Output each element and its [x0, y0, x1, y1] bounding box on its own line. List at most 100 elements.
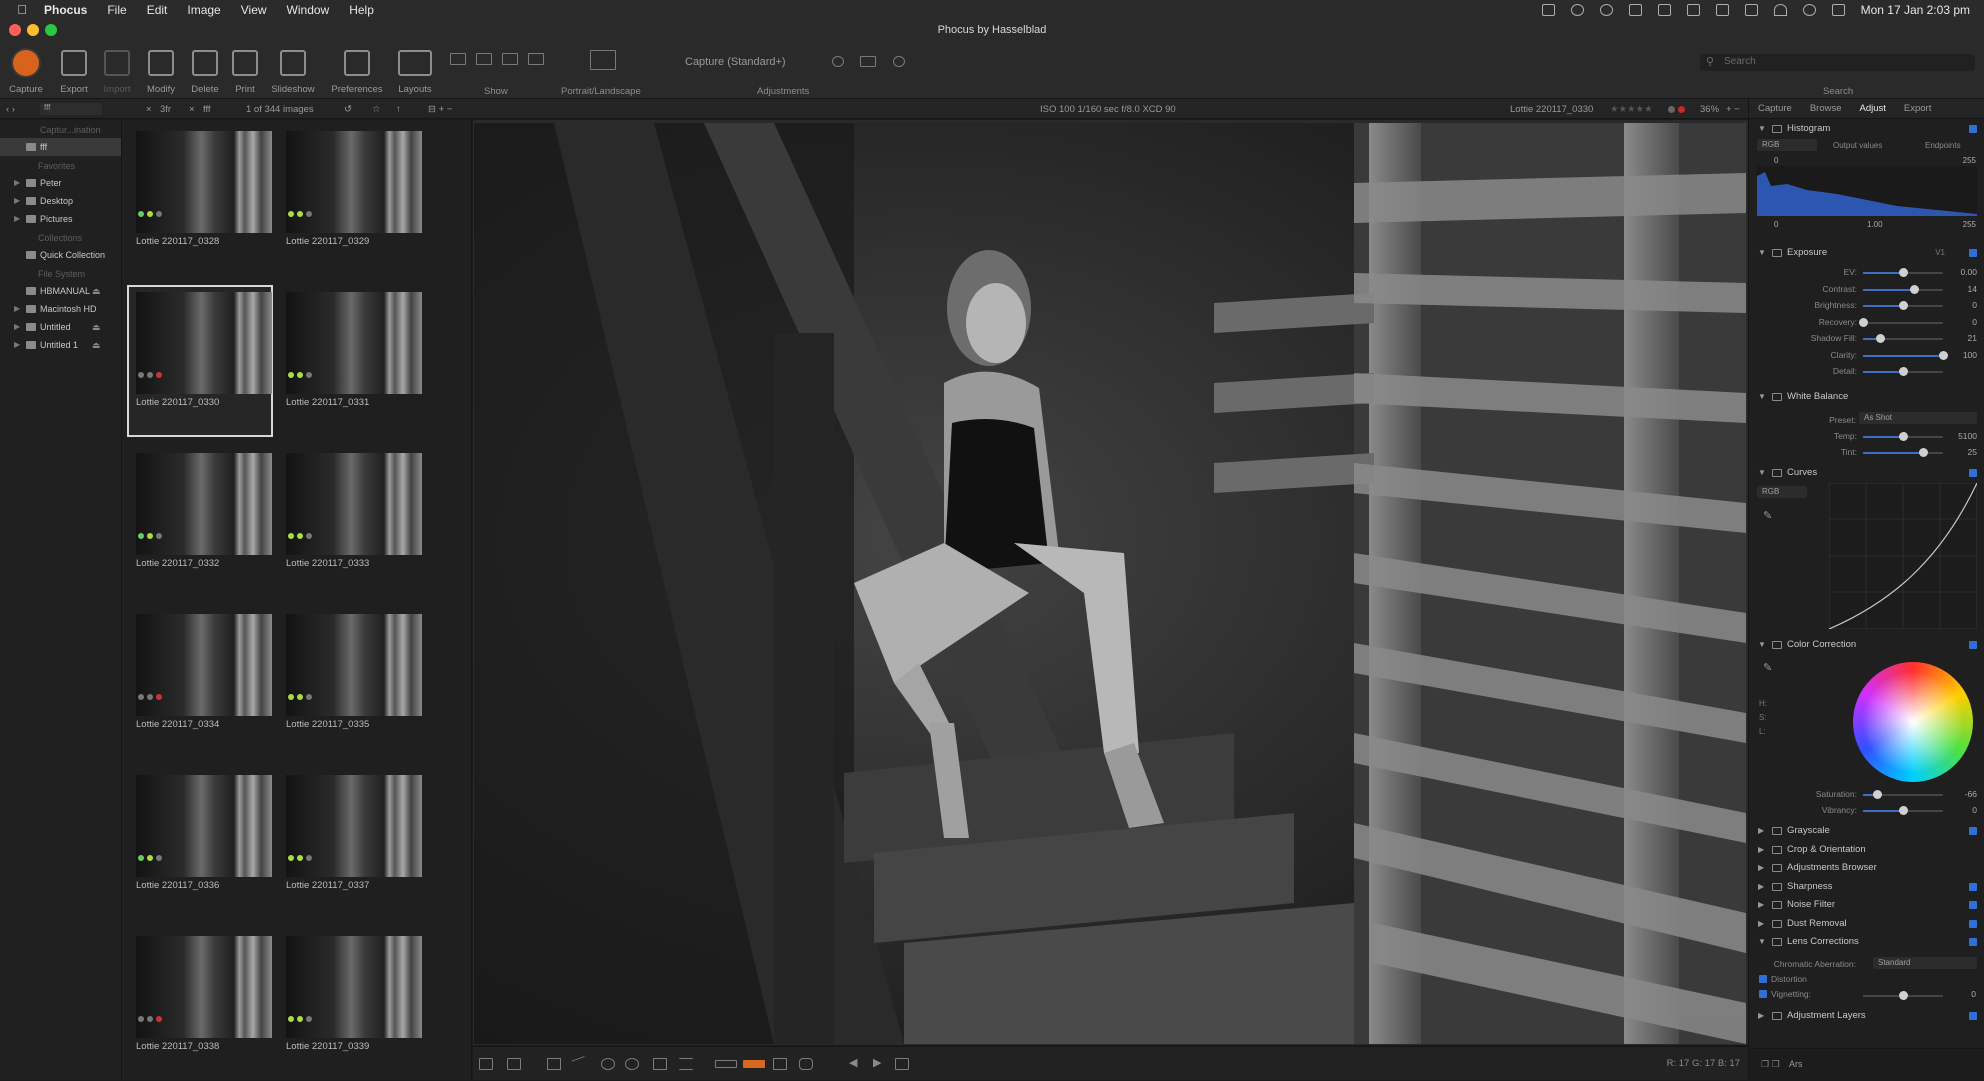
slider-track[interactable]: [1863, 268, 1943, 277]
chevron-right-icon[interactable]: ▶: [1758, 879, 1764, 895]
wifi-icon[interactable]: [1773, 3, 1787, 16]
histogram-channel-select[interactable]: RGB: [1757, 139, 1817, 151]
sidebar-item-peter[interactable]: ▶ Peter: [0, 174, 121, 192]
thumbnail[interactable]: Lottie 220117_0334: [127, 607, 273, 759]
slider-track[interactable]: [1863, 432, 1943, 441]
chevron-right-icon[interactable]: ▶: [1758, 823, 1764, 839]
color-tag-icon[interactable]: [1668, 106, 1675, 113]
slider-track[interactable]: [1863, 806, 1943, 815]
mask-icon[interactable]: [799, 1058, 813, 1070]
chevron-right-icon[interactable]: ▶: [1758, 916, 1764, 932]
thumbnail[interactable]: Lottie 220117_0338: [127, 929, 273, 1081]
chevron-down-icon[interactable]: ▼: [1758, 465, 1766, 481]
slider-track[interactable]: [1863, 790, 1943, 799]
sort-icon[interactable]: ↑: [396, 104, 401, 115]
thumbnail[interactable]: Lottie 220117_0331: [277, 285, 423, 437]
control-center-icon[interactable]: [1831, 3, 1845, 16]
thumbnail[interactable]: Lottie 220117_0329: [277, 124, 423, 276]
slider-track[interactable]: [1863, 301, 1943, 310]
sidebar-item-untitled-1[interactable]: ▶ Untitled 1 ⏏: [0, 336, 121, 354]
slider-knob[interactable]: [1939, 350, 1948, 360]
eject-icon[interactable]: ⏏: [92, 282, 101, 300]
main-photo[interactable]: [474, 123, 1746, 1044]
minimize-window-button[interactable]: [27, 24, 39, 36]
color-wheel[interactable]: [1853, 662, 1973, 782]
next-icon[interactable]: ▶: [873, 1056, 881, 1069]
enable-checkbox[interactable]: [1969, 469, 1977, 477]
sidebar-item-desktop[interactable]: ▶ Desktop: [0, 192, 121, 210]
panel-white-balance[interactable]: ▼ White Balance: [1749, 389, 1984, 405]
thumbnail[interactable]: Lottie 220117_0339: [277, 929, 423, 1081]
thumbnail[interactable]: Lottie 220117_0328: [127, 124, 273, 276]
chevron-down-icon[interactable]: ▼: [1758, 389, 1766, 405]
slider-track[interactable]: [1859, 317, 1943, 327]
rating-stars[interactable]: ★★★★★: [1610, 104, 1653, 115]
vignetting-slider[interactable]: [1863, 991, 1943, 1000]
crop-icon[interactable]: [547, 1058, 561, 1070]
undo-icon[interactable]: [832, 56, 844, 67]
show-inspector-icon[interactable]: [528, 53, 544, 65]
eyedropper-icon[interactable]: ✎: [1763, 661, 1772, 674]
menu-help[interactable]: Help: [339, 3, 384, 17]
panel-sharpness[interactable]: ▶ Sharpness: [1749, 879, 1984, 895]
status-icon[interactable]: [1541, 3, 1555, 16]
panel-adjustment-layers[interactable]: ▶ Adjustment Layers: [1749, 1008, 1984, 1024]
reset-icon[interactable]: [893, 56, 905, 67]
volume-icon[interactable]: [1686, 3, 1700, 16]
status-icon[interactable]: [1628, 3, 1642, 16]
slider-value[interactable]: 25: [1968, 447, 1977, 457]
capture-preset-select[interactable]: Capture (Standard+): [685, 56, 825, 68]
slideshow-button[interactable]: Slideshow: [266, 50, 320, 95]
menu-file[interactable]: File: [97, 3, 136, 17]
tab-3fr[interactable]: 3fr: [160, 104, 171, 115]
sidebar-item-pictures[interactable]: ▶ Pictures: [0, 210, 121, 228]
color-tag-icon[interactable]: [1678, 106, 1685, 113]
menu-image[interactable]: Image: [177, 3, 230, 17]
brush-icon[interactable]: [601, 1058, 615, 1070]
close-tab-icon[interactable]: ×: [146, 104, 152, 115]
panel-noise-filter[interactable]: ▶ Noise Filter: [1749, 897, 1984, 913]
thumbnail[interactable]: Lottie 220117_0336: [127, 768, 273, 920]
enable-checkbox[interactable]: [1969, 1012, 1977, 1020]
slider-knob[interactable]: [1899, 432, 1908, 441]
zoom-level[interactable]: 36%: [1700, 104, 1719, 115]
rating-filter-icon[interactable]: ☆: [372, 104, 381, 115]
distortion-checkbox[interactable]: [1759, 975, 1767, 983]
slider-value[interactable]: 5100: [1958, 431, 1977, 441]
enable-checkbox[interactable]: [1969, 125, 1977, 133]
slider-knob[interactable]: [1899, 991, 1908, 1000]
tab-fff[interactable]: fff: [203, 104, 211, 115]
panel-exposure[interactable]: ▼ Exposure V1: [1749, 245, 1984, 261]
thumbnail-size-icon[interactable]: ⊟ + −: [428, 104, 452, 115]
sidebar-item-hbmanual[interactable]: HBMANUAL ⏏: [0, 282, 121, 300]
apple-icon[interactable]: : [0, 2, 44, 17]
slider-knob[interactable]: [1899, 806, 1908, 815]
status-icon[interactable]: [1570, 3, 1584, 16]
compare-icon[interactable]: [860, 56, 876, 67]
panel-lens-corrections[interactable]: ▼ Lens Corrections: [1749, 934, 1984, 950]
exposure-warning-icon[interactable]: [715, 1060, 737, 1068]
chevron-right-icon[interactable]: ▶: [14, 174, 20, 192]
slider-value[interactable]: 100: [1963, 350, 1977, 360]
histogram-graph[interactable]: [1757, 166, 1977, 216]
export-button[interactable]: Export: [54, 50, 94, 95]
slider-knob[interactable]: [1899, 268, 1908, 277]
menu-app[interactable]: Phocus: [44, 3, 97, 17]
chevron-right-icon[interactable]: ▶: [1758, 860, 1764, 876]
panel-dust-removal[interactable]: ▶ Dust Removal: [1749, 916, 1984, 932]
enable-checkbox[interactable]: [1969, 882, 1977, 891]
chevron-right-icon[interactable]: ▶: [14, 318, 20, 336]
enable-checkbox[interactable]: [1969, 641, 1977, 649]
highlight-warning-icon[interactable]: [743, 1060, 765, 1068]
eyedropper-icon[interactable]: ✎: [1763, 509, 1772, 522]
chevron-right-icon[interactable]: ▶: [14, 336, 20, 354]
tab-capture[interactable]: Capture: [1749, 103, 1801, 114]
sidebar-item-quick-collection[interactable]: Quick Collection: [0, 246, 121, 264]
zoom-controls[interactable]: + −: [1726, 104, 1740, 115]
slider-track[interactable]: [1863, 448, 1943, 457]
chevron-right-icon[interactable]: ▶: [14, 192, 20, 210]
hand-icon[interactable]: [653, 1058, 667, 1070]
slider-value[interactable]: 0.00: [1960, 267, 1977, 277]
slider-value[interactable]: 0: [1972, 805, 1977, 815]
chevron-right-icon[interactable]: ▶: [1758, 1008, 1764, 1024]
